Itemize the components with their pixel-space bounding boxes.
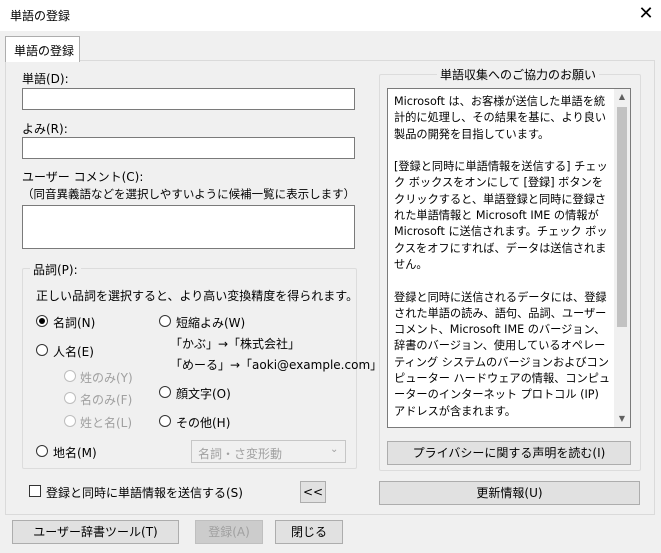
short-reading-label: 短縮よみ(W) xyxy=(176,316,246,330)
radio-short-reading[interactable] xyxy=(159,315,171,327)
reading-label: よみ(R): xyxy=(22,122,68,136)
emoticon-label: 顔文字(O) xyxy=(176,387,231,401)
radio-emoticon[interactable] xyxy=(159,386,171,398)
update-info-button[interactable]: 更新情報(U) xyxy=(379,481,640,505)
place-label: 地名(M) xyxy=(53,446,97,460)
comment-input[interactable] xyxy=(22,205,355,249)
send-info-checkbox[interactable] xyxy=(29,485,41,497)
person-label: 人名(E) xyxy=(53,345,94,359)
pos-legend: 品詞(P): xyxy=(30,261,81,278)
scroll-down-icon[interactable]: ▼ xyxy=(614,411,630,427)
word-label: 単語(D): xyxy=(22,72,69,86)
window-title: 単語の登録 xyxy=(10,9,71,23)
tab-register-word[interactable]: 単語の登録 xyxy=(5,36,80,62)
scrollbar-thumb[interactable] xyxy=(617,107,627,327)
reading-input[interactable] xyxy=(22,137,355,159)
close-icon[interactable]: ✕ xyxy=(636,4,656,24)
radio-full-name[interactable] xyxy=(64,415,76,427)
comment-label: ユーザー コメント(C): xyxy=(22,170,144,184)
register-button[interactable]: 登録(A) xyxy=(195,520,263,544)
radio-other[interactable] xyxy=(159,415,171,427)
short-reading-example-1: 「かぶ」→「株式会社」 xyxy=(170,337,301,351)
scroll-up-icon[interactable]: ▲ xyxy=(614,89,630,105)
radio-given-only[interactable] xyxy=(64,392,76,404)
info-text-box[interactable]: Microsoft は、お客様が送信した単語を統計的に処理し、その結果を基に、よ… xyxy=(387,88,631,428)
surname-only-label: 姓のみ(Y) xyxy=(80,371,133,385)
title-bar: 単語の登録 ✕ xyxy=(0,0,661,31)
info-legend: 単語収集へのご協力のお願い xyxy=(437,66,600,83)
pos-description: 正しい品詞を選択すると、より高い変換精度を得られます。 xyxy=(36,289,359,303)
other-label: その他(H) xyxy=(176,416,231,430)
tab-label: 単語の登録 xyxy=(14,44,75,58)
radio-noun[interactable] xyxy=(36,315,48,327)
given-only-label: 名のみ(F) xyxy=(80,393,133,407)
radio-place[interactable] xyxy=(36,445,48,457)
noun-label: 名詞(N) xyxy=(53,316,96,330)
full-name-label: 姓と名(L) xyxy=(80,416,133,430)
collapse-button[interactable]: << xyxy=(300,481,326,503)
other-pos-select-value: 名詞・さ変形動 xyxy=(198,447,283,461)
info-text: Microsoft は、お客様が送信した単語を統計的に処理し、その結果を基に、よ… xyxy=(394,95,611,418)
close-button[interactable]: 閉じる xyxy=(275,520,343,544)
privacy-statement-button[interactable]: プライバシーに関する声明を読む(I) xyxy=(387,441,631,465)
user-dictionary-tool-button[interactable]: ユーザー辞書ツール(T) xyxy=(12,520,179,544)
chevron-down-icon: ⌄ xyxy=(330,444,339,455)
word-input[interactable] xyxy=(22,88,355,110)
short-reading-example-2: 「めーる」→「aoki@example.com」 xyxy=(170,358,383,372)
radio-person[interactable] xyxy=(36,344,48,356)
send-info-label: 登録と同時に単語情報を送信する(S) xyxy=(46,486,243,500)
radio-surname-only[interactable] xyxy=(64,370,76,382)
comment-hint: （同音異義語などを選択しやすいように候補一覧に表示します） xyxy=(22,187,356,201)
other-pos-select[interactable]: 名詞・さ変形動 ⌄ xyxy=(191,440,346,463)
